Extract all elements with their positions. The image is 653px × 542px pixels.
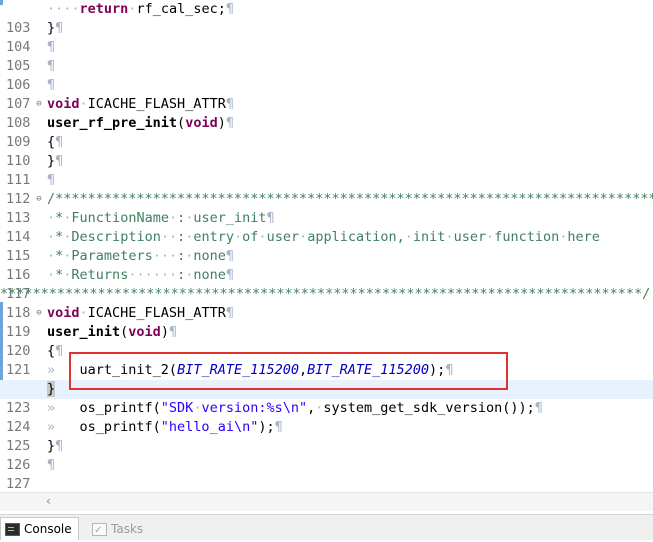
tab-console[interactable]: Console <box>0 517 79 540</box>
code-text: ¶ <box>47 58 56 74</box>
code-line[interactable]: 113 ⊖ /*********************************… <box>0 190 653 226</box>
code-editor[interactable]: 103 ····return·rf_cal_sec;¶ 104 }¶ 105 ¶… <box>0 0 653 490</box>
fold-collapse-icon[interactable]: ⊖ <box>34 95 44 114</box>
code-line[interactable]: 116 ·*·Parameters···:·none¶ <box>0 247 653 283</box>
code-line[interactable]: 106 ¶ <box>0 57 653 93</box>
code-text: {¶ <box>47 343 64 359</box>
code-text: }¶ <box>47 20 64 36</box>
comment-text: ·*·FunctionName·:·user_init¶ <box>47 210 275 226</box>
code-text: » os_printf("hello_ai\n");¶ <box>47 419 283 435</box>
code-line[interactable]: 119 ⊖ void·ICACHE_FLASH_ATTR¶ <box>0 304 653 340</box>
code-line[interactable]: 117 ·*·Returns······:·none¶ <box>0 266 653 302</box>
tasks-icon <box>92 520 107 542</box>
code-text: void·ICACHE_FLASH_ATTR¶ <box>47 96 234 112</box>
code-line[interactable]: 128 <box>0 475 653 490</box>
horizontal-scrollbar[interactable]: ‹ <box>0 492 653 511</box>
code-text: }¶ <box>47 153 64 169</box>
code-line[interactable]: 118 ************************************… <box>0 285 653 321</box>
tab-tasks-label: Tasks <box>111 522 144 536</box>
code-line[interactable]: 127 ¶ <box>0 456 653 490</box>
code-text: void·ICACHE_FLASH_ATTR¶ <box>47 305 234 321</box>
code-line[interactable]: 120 user_init(void)¶ <box>0 323 653 359</box>
code-line[interactable]: 108 ⊖ void·ICACHE_FLASH_ATTR¶ <box>0 95 653 131</box>
code-line[interactable]: 124 » os_printf("SDK·version:%s\n",·syst… <box>0 399 653 435</box>
code-line[interactable]: 125 » os_printf("hello_ai\n");¶ <box>0 418 653 454</box>
code-line[interactable]: 114 ·*·FunctionName·:·user_init¶ <box>0 209 653 245</box>
console-icon <box>5 522 20 536</box>
bottom-panel-tabs: Console Tasks <box>0 514 653 542</box>
code-text: ····return·rf_cal_sec;¶ <box>47 1 234 17</box>
code-line[interactable]: 109 user_rf_pre_init(void)¶ <box>0 114 653 150</box>
code-line[interactable]: 115 ·*·Description··:·entry·of·user·appl… <box>0 228 653 264</box>
comment-text: ·*·Description··:·entry·of·user·applicat… <box>47 229 600 245</box>
code-text: user_init(void)¶ <box>47 324 178 340</box>
code-text: ¶ <box>47 457 56 473</box>
code-text: {¶ <box>47 134 64 150</box>
fold-collapse-icon[interactable]: ⊖ <box>34 304 44 323</box>
code-line[interactable]: 103 ····return·rf_cal_sec;¶ <box>0 0 653 36</box>
comment-text: /***************************************… <box>47 191 653 207</box>
code-text: } <box>47 381 56 397</box>
code-text: }¶ <box>47 438 64 454</box>
code-text: » os_printf("SDK·version:%s\n",·system_g… <box>47 400 543 416</box>
comment-text: ·*·Parameters···:·none¶ <box>47 248 235 264</box>
comment-text: ·*·Returns······:·none¶ <box>47 267 235 283</box>
highlight-annotation-box <box>69 352 508 390</box>
code-line[interactable]: 104 }¶ <box>0 19 653 55</box>
keyword-return: return <box>79 1 129 17</box>
comment-text: ****************************************… <box>0 286 651 302</box>
fold-collapse-icon[interactable]: ⊖ <box>34 190 44 209</box>
code-line[interactable]: 105 ¶ <box>0 38 653 74</box>
code-text: user_rf_pre_init(void)¶ <box>47 115 234 131</box>
code-line[interactable]: 126 }¶ <box>0 437 653 473</box>
code-line[interactable]: 111 }¶ <box>0 152 653 188</box>
code-line[interactable]: 107 ¶ <box>0 76 653 112</box>
code-text: ¶ <box>47 77 56 93</box>
tab-tasks[interactable]: Tasks <box>88 518 149 542</box>
tab-console-label: Console <box>24 522 72 536</box>
code-line[interactable]: 112 ¶ <box>0 171 653 207</box>
code-text: ¶ <box>47 172 56 188</box>
code-text: ¶ <box>47 39 56 55</box>
code-line[interactable]: 110 {¶ <box>0 133 653 169</box>
scroll-left-icon[interactable]: ‹ <box>46 494 51 508</box>
